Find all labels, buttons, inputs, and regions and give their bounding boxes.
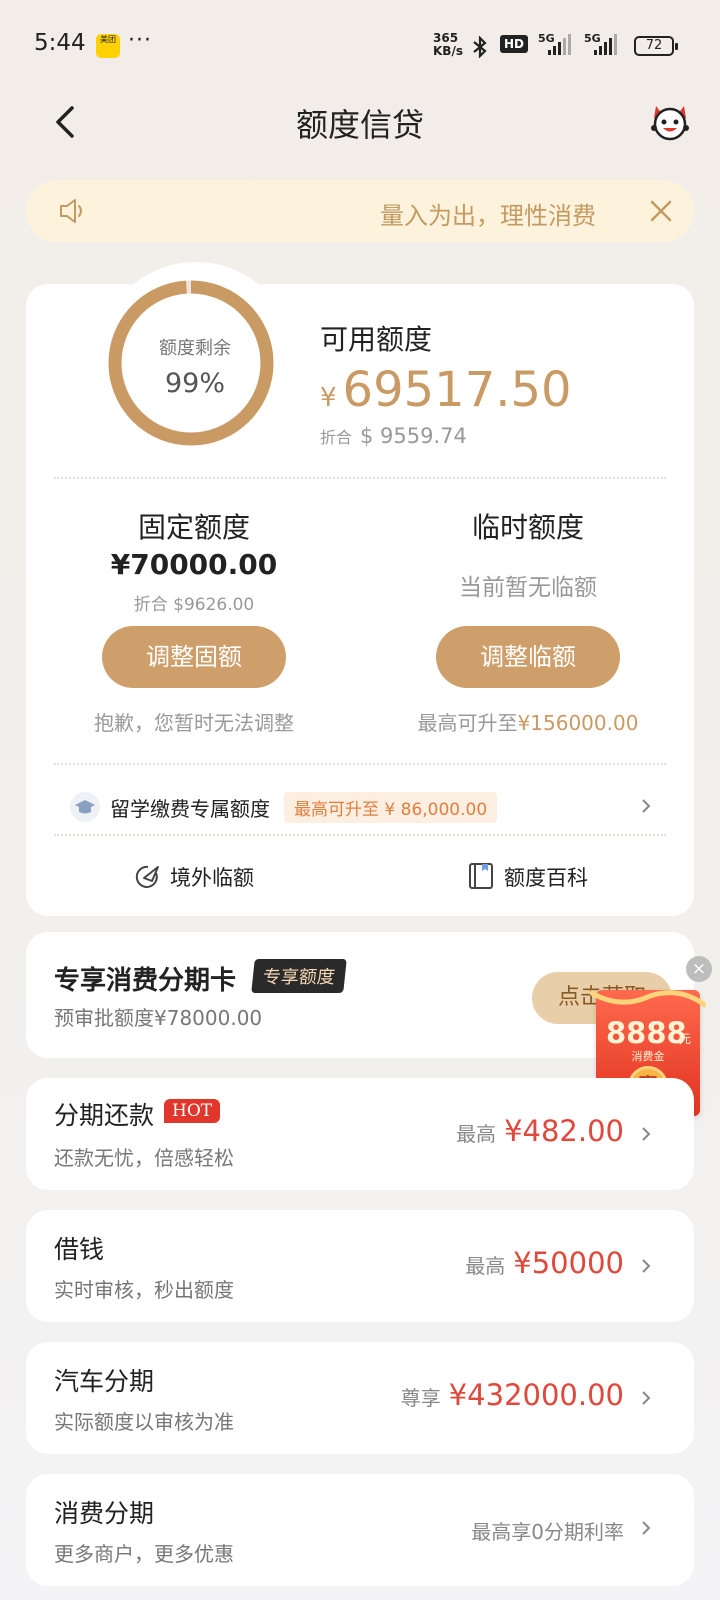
battery-icon: 72 — [634, 36, 678, 56]
remaining-ring — [108, 280, 274, 446]
product-amount: 最高 ¥50000 — [465, 1246, 624, 1280]
product-amount: 最高 ¥482.00 — [456, 1114, 624, 1148]
net-speed-unit: KB/s — [433, 44, 463, 58]
overseas-temp-credit-link[interactable]: 境外临额 — [170, 862, 254, 892]
speaker-icon — [60, 199, 82, 223]
currency-symbol: ¥ — [320, 383, 337, 413]
product-subtitle: 实际额度以审核为准 — [54, 1410, 234, 1434]
status-time: 5:44 — [34, 30, 86, 56]
temp-note-prefix: 最高可升至 — [417, 711, 518, 735]
adjust-temp-button[interactable]: 调整临额 — [436, 626, 620, 688]
temp-credit-status: 当前暂无临额 — [459, 575, 597, 601]
book-icon — [469, 863, 493, 889]
product-title: 借钱 — [54, 1235, 105, 1264]
coupon-amount: 8888 — [606, 1016, 687, 1050]
fixed-credit-note: 抱歉，您暂时无法调整 — [94, 711, 294, 735]
installment-card-title: 专享消费分期卡 — [54, 966, 237, 996]
graduation-cap-icon — [70, 792, 100, 822]
divider — [54, 477, 666, 479]
credit-wiki-link[interactable]: 额度百科 — [504, 862, 588, 892]
net-speed: 365 KB/s — [433, 32, 463, 58]
study-abroad-tag: 最高可升至 ¥ 86,000.00 — [284, 792, 498, 823]
fixed-credit-conversion: 折合 $9626.00 — [133, 595, 255, 615]
more-notifications-icon: ··· — [128, 28, 152, 53]
divider — [54, 834, 666, 836]
chevron-right-icon — [642, 1127, 651, 1141]
temp-credit-title: 临时额度 — [471, 511, 584, 544]
chevron-right-icon — [642, 1259, 651, 1273]
fixed-credit-title: 固定额度 — [137, 511, 250, 544]
mascot-service-icon[interactable] — [648, 102, 692, 142]
amount-value: ¥50000 — [513, 1246, 624, 1280]
signal-icon-2: 5G — [584, 32, 620, 56]
ring-percent: 99% — [164, 368, 225, 399]
coupon-label: 消费金 — [631, 1050, 665, 1063]
product-title: 消费分期 — [54, 1499, 155, 1528]
hot-badge: HOT — [164, 1099, 221, 1123]
plane-globe-icon — [135, 865, 159, 888]
chevron-right-icon — [642, 1521, 651, 1535]
product-title: 分期还款 — [54, 1101, 155, 1130]
meituan-badge-text: 美团 — [100, 35, 116, 44]
conversion-prefix: 折合 — [320, 428, 353, 447]
remaining-ring-arc — [108, 280, 274, 446]
divider — [54, 763, 666, 765]
installment-card-badge: 专享额度 — [251, 959, 347, 993]
product-subtitle: 还款无忧，倍感轻松 — [54, 1146, 234, 1170]
fixed-credit-amount: ¥70000.00 — [110, 548, 278, 581]
meituan-app-icon: 美团 — [96, 34, 120, 58]
ring-label: 额度剩余 — [159, 338, 231, 359]
product-amount: 最高享0分期利率 — [471, 1516, 624, 1545]
chevron-right-icon — [642, 1391, 651, 1405]
notice-text: 量入为出，理性消费 — [380, 202, 596, 230]
available-credit-label: 可用额度 — [320, 323, 433, 356]
amount-prefix: 尊享 — [400, 1386, 441, 1410]
installment-card-subtitle: 预审批额度¥78000.00 — [54, 1006, 263, 1030]
product-amount: 尊享 ¥432000.00 — [401, 1378, 624, 1412]
hd-voice-icon: HD — [500, 35, 529, 53]
available-credit-value: 69517.50 — [342, 362, 572, 418]
signal-label-2: 5G — [584, 32, 601, 45]
conversion-amount: $ 9559.74 — [360, 424, 467, 448]
bluetooth-icon — [473, 36, 487, 58]
available-credit-amount: ¥69517.50 — [320, 362, 572, 418]
amount-prefix: 最高 — [456, 1122, 497, 1146]
available-credit-conversion: 折合 $ 9559.74 — [320, 424, 467, 448]
coupon-unit: 元 — [679, 1032, 692, 1046]
amount-value: ¥482.00 — [504, 1114, 624, 1148]
close-icon[interactable]: × — [686, 956, 712, 982]
temp-credit-note: 最高可升至¥156000.00 — [378, 707, 678, 736]
adjust-fixed-button[interactable]: 调整固额 — [102, 626, 286, 688]
back-arrow-icon[interactable] — [48, 100, 88, 144]
temp-note-amount: ¥156000.00 — [517, 711, 639, 735]
signal-label-1: 5G — [538, 32, 555, 45]
chevron-right-icon[interactable] — [636, 796, 656, 816]
product-title: 汽车分期 — [54, 1367, 155, 1396]
product-subtitle: 更多商户，更多优惠 — [54, 1542, 234, 1566]
signal-icon-1: 5G — [538, 32, 574, 56]
page-title: 额度信贷 — [295, 106, 424, 144]
study-abroad-credit-label[interactable]: 留学缴费专属额度 — [110, 793, 270, 822]
product-subtitle: 实时审核，秒出额度 — [54, 1278, 234, 1302]
close-icon[interactable] — [648, 198, 674, 224]
amount-value: ¥432000.00 — [448, 1378, 624, 1412]
amount-plain: 最高享0分期利率 — [471, 1520, 624, 1544]
amount-prefix: 最高 — [465, 1254, 506, 1278]
